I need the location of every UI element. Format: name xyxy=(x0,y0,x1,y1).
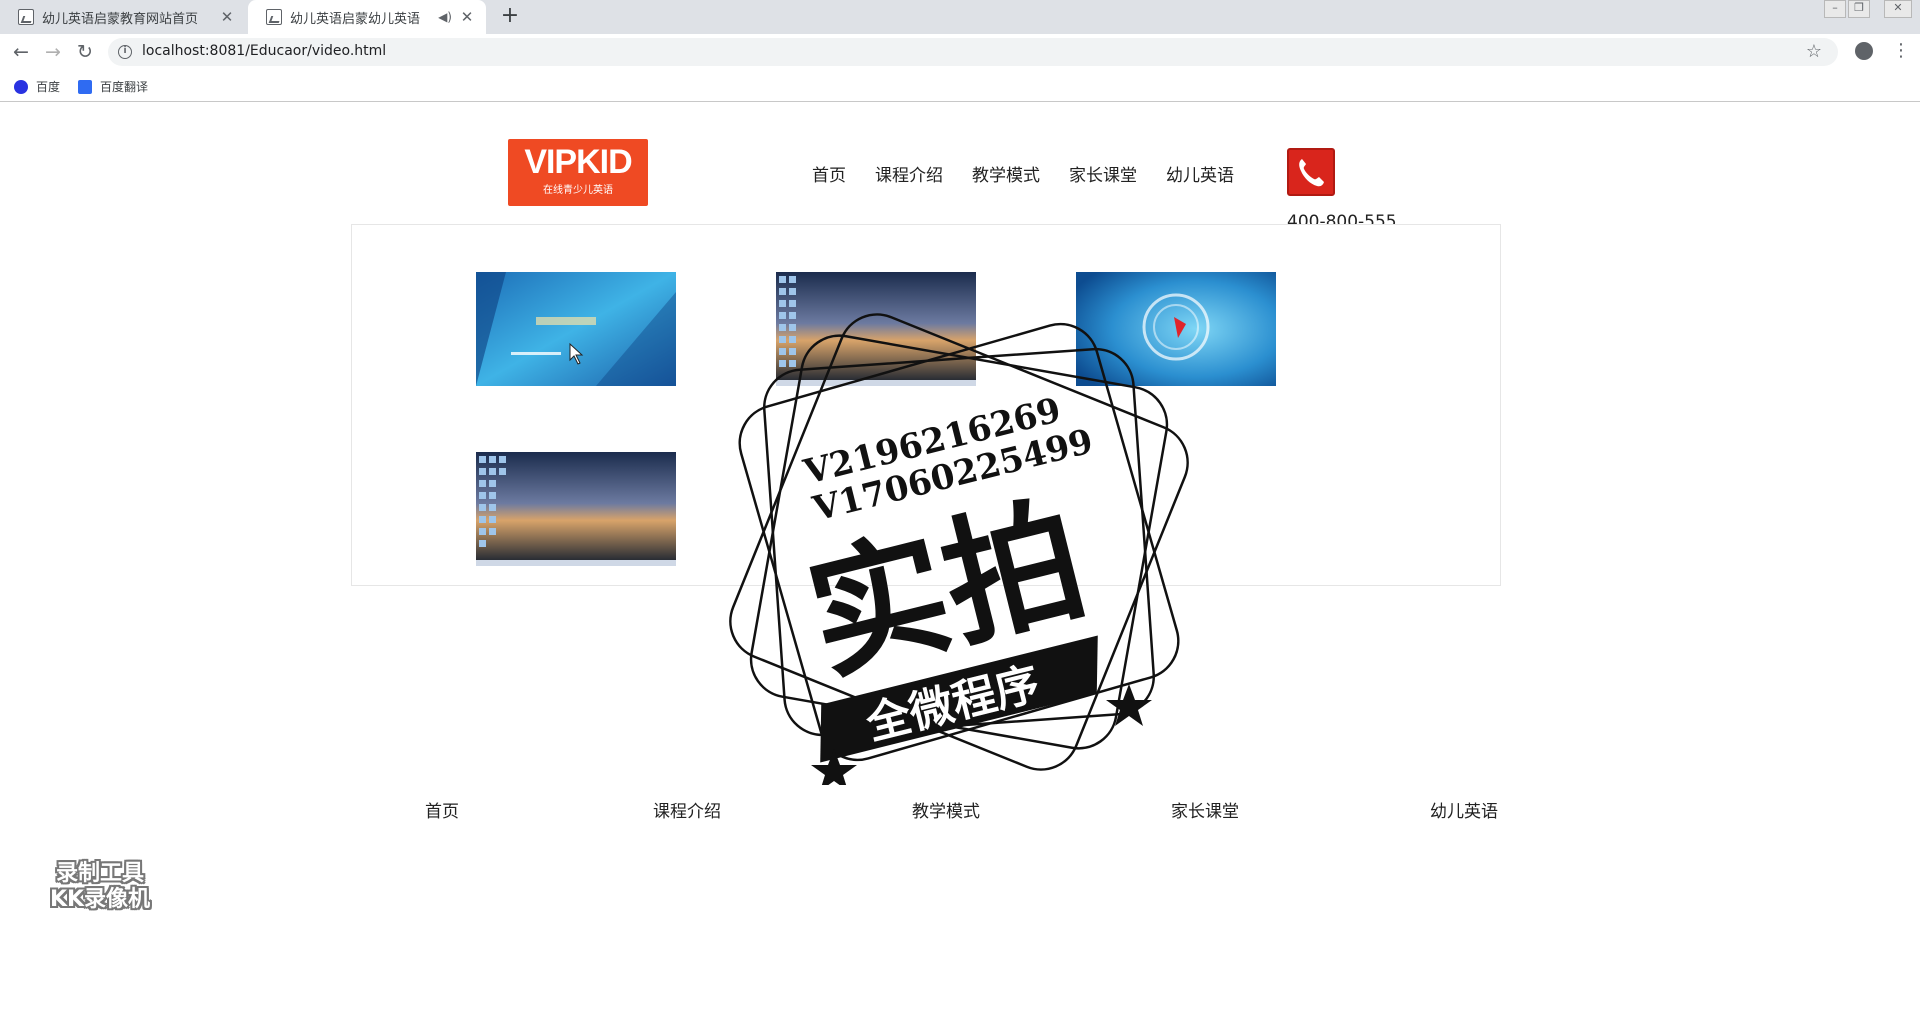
bookmark-label: 百度翻译 xyxy=(100,80,149,94)
footer-nav-kids-english[interactable]: 幼儿英语 xyxy=(1430,797,1498,822)
page-favicon-icon xyxy=(266,9,282,25)
tab-title: 幼儿英语启蒙教育网站首页 xyxy=(42,11,199,27)
main-nav: 首页 课程介绍 教学模式 家长课堂 幼儿英语 xyxy=(812,161,1263,186)
star-icon xyxy=(811,749,857,791)
tab-close-icon[interactable]: ✕ xyxy=(458,8,476,26)
logo-slogan: 在线青少儿英语 xyxy=(543,185,613,196)
address-bar[interactable]: i localhost:8081/Educaor/video.html ☆ xyxy=(108,38,1838,66)
browser-toolbar: ← → ↻ i localhost:8081/Educaor/video.htm… xyxy=(0,34,1920,70)
footer-nav-home[interactable]: 首页 xyxy=(425,797,459,822)
new-tab-button[interactable]: + xyxy=(498,5,522,29)
recorder-watermark-line-2: KK录像机 xyxy=(49,887,151,912)
translate-icon xyxy=(78,79,92,94)
bookmark-star-icon[interactable]: ☆ xyxy=(1806,41,1822,62)
browser-menu-icon[interactable]: ⋮ xyxy=(1892,40,1910,62)
address-url[interactable]: localhost:8081/Educaor/video.html xyxy=(142,43,386,59)
bookmarks-bar: 百度 百度翻译 xyxy=(0,70,1920,102)
recorder-watermark: 录制工具 KK录像机 xyxy=(30,861,170,913)
bookmark-baidu-translate[interactable]: 百度翻译 xyxy=(78,78,148,95)
recorder-watermark-line-1: 录制工具 xyxy=(55,861,144,886)
stamp-banner-text: 全微程序 xyxy=(861,658,1045,750)
footer-nav-teaching-mode[interactable]: 教学模式 xyxy=(912,797,980,822)
profile-avatar-icon[interactable] xyxy=(1855,42,1873,60)
browser-tab-home[interactable]: 幼儿英语启蒙教育网站首页 ✕ xyxy=(0,0,246,34)
nav-parent-class[interactable]: 家长课堂 xyxy=(1069,161,1137,186)
forward-arrow-icon[interactable]: → xyxy=(41,40,65,64)
browser-tab-video[interactable]: 幼儿英语启蒙幼儿英语 ◀) ✕ xyxy=(248,0,486,34)
video-thumbnail-1[interactable] xyxy=(476,272,676,386)
nav-kids-english[interactable]: 幼儿英语 xyxy=(1166,161,1234,186)
web-page: VIPKID 在线青少儿英语 首页 课程介绍 教学模式 家长课堂 幼儿英语 40… xyxy=(0,103,1920,1026)
restore-icon[interactable]: ❐ xyxy=(1848,0,1870,18)
bookmark-baidu[interactable]: 百度 xyxy=(14,78,60,95)
nav-teaching-mode[interactable]: 教学模式 xyxy=(972,161,1040,186)
footer-nav: 首页 课程介绍 教学模式 家长课堂 幼儿英语 xyxy=(0,797,1920,827)
video-thumbnail-4[interactable] xyxy=(476,452,676,566)
bookmark-label: 百度 xyxy=(36,80,61,94)
reload-icon[interactable]: ↻ xyxy=(73,40,97,64)
site-info-icon[interactable]: i xyxy=(118,45,132,59)
footer-nav-parent-class[interactable]: 家长课堂 xyxy=(1171,797,1239,822)
star-icon xyxy=(1106,684,1152,726)
browser-tab-bar: 幼儿英语启蒙教育网站首页 ✕ 幼儿英语启蒙幼儿英语 ◀) ✕ + – ❐ ✕ xyxy=(0,0,1920,34)
minimize-icon[interactable]: – xyxy=(1824,0,1846,18)
page-favicon-icon xyxy=(18,9,34,25)
audio-playing-icon[interactable]: ◀) xyxy=(438,10,452,24)
video-thumbnail-2[interactable] xyxy=(776,272,976,386)
video-panel xyxy=(351,224,1501,586)
footer-nav-courses[interactable]: 课程介绍 xyxy=(653,797,721,822)
logo-brand: VIPKID xyxy=(524,143,632,181)
phone-icon xyxy=(1287,148,1335,196)
nav-home[interactable]: 首页 xyxy=(812,161,846,186)
nav-courses[interactable]: 课程介绍 xyxy=(875,161,943,186)
tab-close-icon[interactable]: ✕ xyxy=(218,8,236,26)
vipkid-logo[interactable]: VIPKID 在线青少儿英语 xyxy=(508,139,648,206)
baidu-paw-icon xyxy=(14,79,28,94)
back-arrow-icon[interactable]: ← xyxy=(9,40,33,64)
tab-title: 幼儿英语启蒙幼儿英语 xyxy=(290,11,421,27)
video-thumbnail-3[interactable] xyxy=(1076,272,1276,386)
window-close-icon[interactable]: ✕ xyxy=(1884,0,1912,18)
